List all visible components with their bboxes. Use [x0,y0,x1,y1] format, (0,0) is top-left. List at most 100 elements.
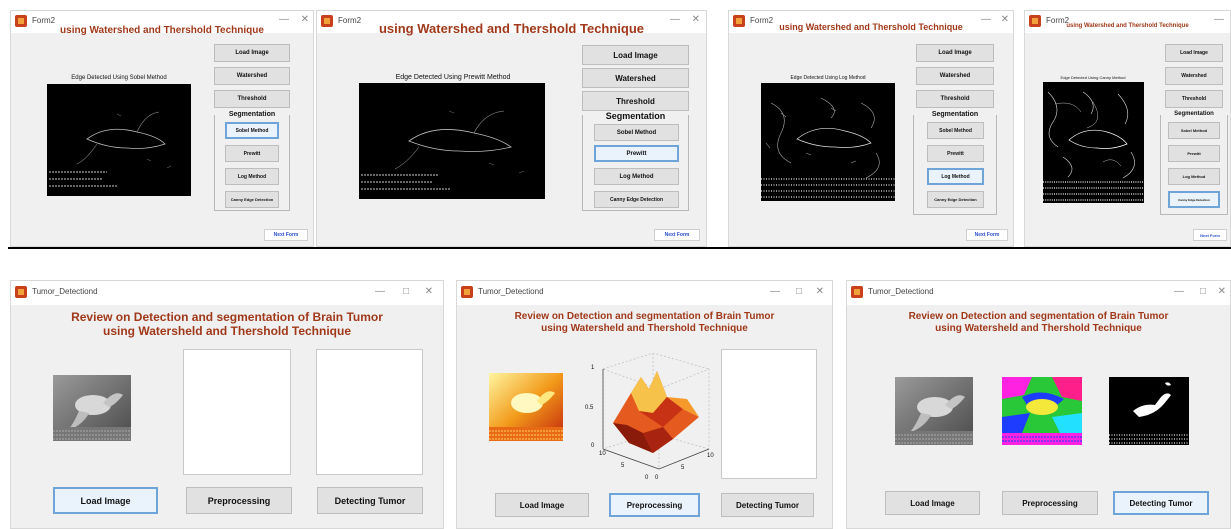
fish-segmented [1002,377,1082,445]
maximize-icon[interactable]: □ [796,286,802,297]
heading-line-2: using Watersheld and Thershold Technique [935,322,1142,334]
original-image-heatmap [489,373,563,441]
log-method-button[interactable]: Log Method [594,168,679,185]
next-form-button[interactable]: Next Form [654,229,700,241]
minimize-icon[interactable]: — [1174,286,1184,297]
fish-grayscale [895,377,973,445]
canny-edge-detection-button[interactable]: Canny Edge Detection [1168,191,1220,208]
segmentation-group: Segmentation Sobel Method Prewitt Log Me… [214,111,290,211]
segmentation-group-title: Segmentation [914,111,996,118]
sobel-method-button[interactable]: Sobel Method [927,122,984,139]
x-tick-0: 0 [655,475,659,481]
maximize-icon[interactable]: □ [403,286,409,297]
load-image-button[interactable]: Load Image [1165,44,1223,62]
edge-axes-label: Edge Detected Using Log Method [790,75,866,81]
threshold-button[interactable]: Threshold [582,91,689,111]
watershed-segmented-image [1002,377,1082,445]
log-method-button[interactable]: Log Method [1168,168,1220,185]
edge-image [359,83,545,199]
x-tick-10: 10 [707,453,714,459]
y-tick-0: 0 [645,475,649,481]
segmentation-group: Segmentation Sobel Method Prewitt Log Me… [582,111,689,211]
z-tick-05: 0.5 [585,405,594,411]
minimize-icon[interactable]: — [375,286,385,297]
preprocessing-button[interactable]: Preprocessing [609,493,700,517]
close-icon[interactable]: ✕ [301,14,309,25]
next-form-button[interactable]: Next Form [1193,229,1227,241]
form-heading: using Watershed and Thershold Technique [1066,23,1189,29]
close-icon[interactable]: ✕ [816,286,824,297]
detecting-tumor-button[interactable]: Detecting Tumor [721,493,814,517]
watershed-button[interactable]: Watershed [214,67,290,85]
canny-edge-detection-button[interactable]: Canny Edge Detection [927,191,984,208]
fish-grayscale [53,375,131,441]
title-bar: Tumor_Detectiond — □ ✕ [457,281,832,305]
detection-axes [721,349,817,479]
watershed-button[interactable]: Watershed [1165,67,1223,85]
preprocessing-button[interactable]: Preprocessing [186,487,292,514]
load-image-button[interactable]: Load Image [495,493,589,517]
close-icon[interactable]: ✕ [1218,286,1226,297]
load-image-button[interactable]: Load Image [582,45,689,65]
prewitt-button[interactable]: Prewitt [594,145,679,162]
load-image-button[interactable]: Load Image [53,487,158,514]
window-title: Tumor_Detectiond [32,287,98,296]
watershed-button[interactable]: Watershed [916,67,994,85]
tumor-binary-mask [1109,382,1189,444]
edge-image [761,83,895,201]
heading-line-1: Review on Detection and segmentation of … [71,310,383,324]
title-bar: Tumor_Detectiond — □ ✕ [11,281,443,305]
edge-axes-label: Edge Detected Using Sobel Method [71,75,167,81]
title-bar: Tumor_Detectiond — □ ✕ [847,281,1230,305]
load-image-button[interactable]: Load Image [214,44,290,62]
top-row-bottom-border [8,247,1231,249]
form-heading: Review on Detection and segmentation of … [457,311,832,334]
load-image-button[interactable]: Load Image [885,491,980,515]
edge-fish-sobel [49,111,172,187]
threshold-button[interactable]: Threshold [916,90,994,108]
segmentation-group-title: Segmentation [215,111,289,118]
next-form-button[interactable]: Next Form [264,229,308,241]
sobel-method-button[interactable]: Sobel Method [1168,122,1220,139]
canny-edge-detection-button[interactable]: Canny Edge Detection [225,191,279,208]
next-form-button[interactable]: Next Form [966,229,1008,241]
form2-window-canny: Form2 — using Watershed and Thershold Te… [1024,10,1231,247]
edge-fish-canny [1043,91,1144,201]
form-heading: using Watershed and Thershold Technique [779,22,963,32]
original-image [895,377,973,445]
tumor-window-preprocessing: Tumor_Detectiond — □ ✕ Review on Detecti… [456,280,833,529]
window-title: Tumor_Detectiond [868,287,934,296]
minimize-icon[interactable]: — [770,286,780,297]
sobel-method-button[interactable]: Sobel Method [225,122,279,139]
log-method-button[interactable]: Log Method [225,168,279,185]
form2-window-prewitt: Form2 — ✕ using Watershed and Thershold … [316,10,707,247]
prewitt-button[interactable]: Prewitt [927,145,984,162]
log-method-button[interactable]: Log Method [927,168,984,185]
tumor-detected-image [1109,377,1189,445]
y-tick-10: 10 [599,451,606,457]
detecting-tumor-button[interactable]: Detecting Tumor [317,487,423,514]
form-heading: using Watershed and Thershold Technique [378,21,645,36]
z-tick-1: 1 [591,365,595,371]
minimize-icon[interactable]: — [279,14,289,25]
threshold-button[interactable]: Threshold [214,90,290,108]
threshold-button[interactable]: Threshold [1165,90,1223,108]
x-tick-5: 5 [681,465,685,471]
watershed-button[interactable]: Watershed [582,68,689,88]
form2-window-sobel: Form2 — ✕ using Watershed and Thershold … [10,10,314,247]
edge-image [47,84,191,196]
maximize-icon[interactable]: □ [1200,286,1206,297]
segmentation-group-title: Segmentation [583,111,688,121]
window-title: Tumor_Detectiond [478,287,544,296]
preprocessing-button[interactable]: Preprocessing [1002,491,1098,515]
canny-edge-detection-button[interactable]: Canny Edge Detection [594,191,679,208]
surface-plot: 1 0.5 0 10 5 0 0 5 10 [583,352,721,487]
tumor-window-detecting: Tumor_Detectiond — □ ✕ Review on Detecti… [846,280,1231,529]
heading-line-1: Review on Detection and segmentation of … [514,311,775,322]
load-image-button[interactable]: Load Image [916,44,994,62]
prewitt-button[interactable]: Prewitt [1168,145,1220,162]
sobel-method-button[interactable]: Sobel Method [594,124,679,141]
close-icon[interactable]: ✕ [425,286,433,297]
prewitt-button[interactable]: Prewitt [225,145,279,162]
detecting-tumor-button[interactable]: Detecting Tumor [1113,491,1209,515]
